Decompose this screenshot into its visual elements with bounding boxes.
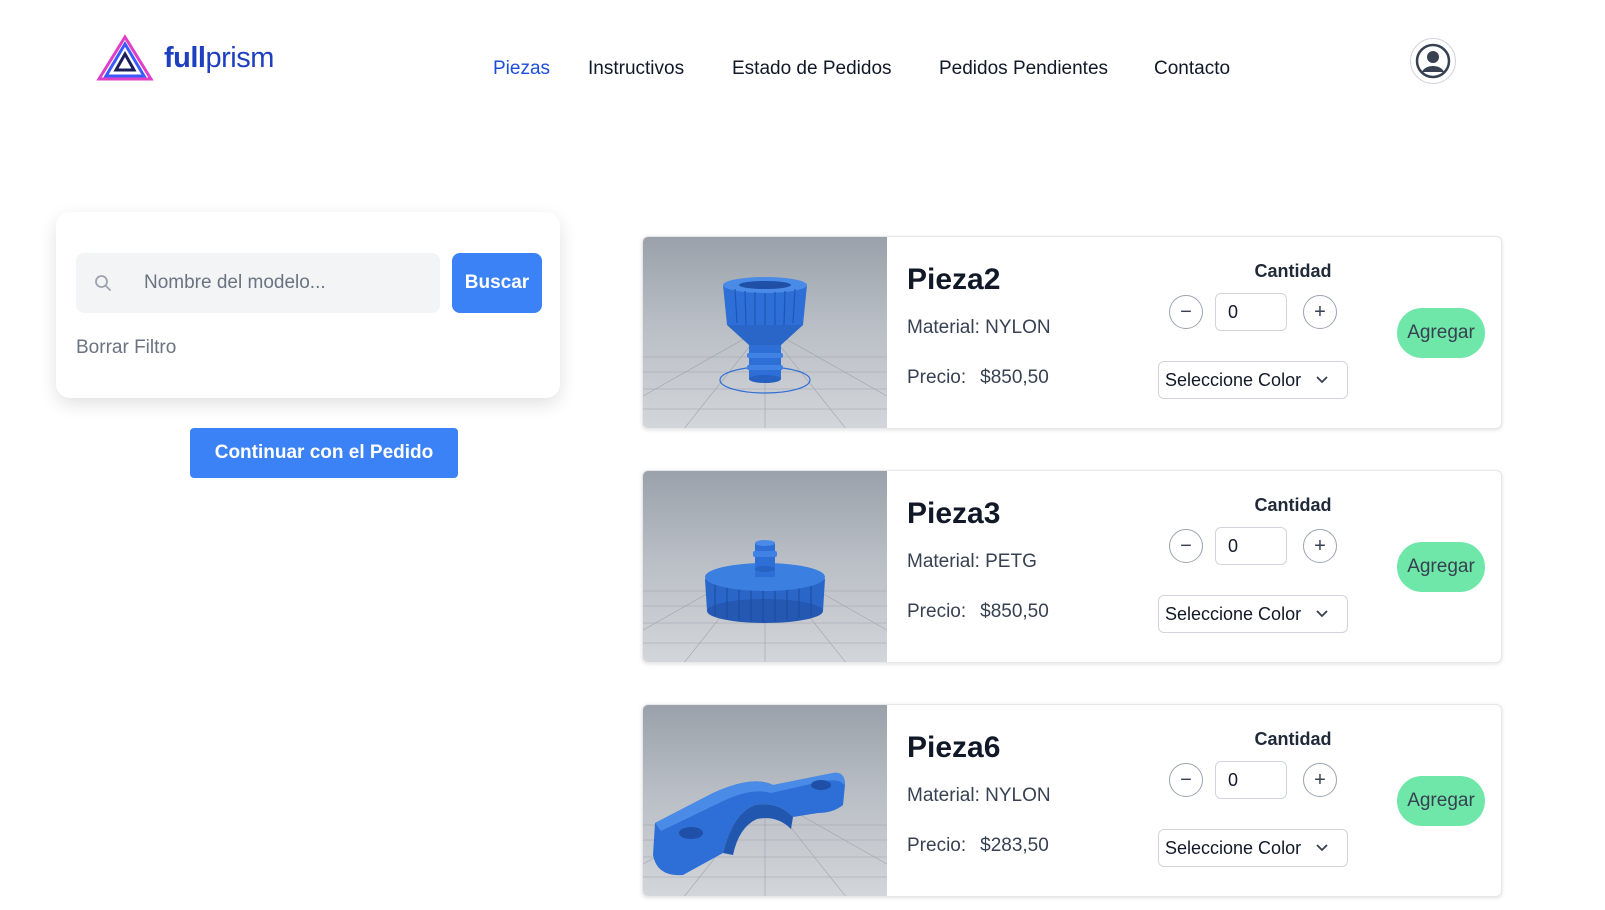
product-image — [643, 237, 887, 428]
increase-quantity-button[interactable]: + — [1303, 295, 1337, 329]
brand-logo[interactable]: fullprism — [96, 34, 274, 82]
increase-quantity-button[interactable]: + — [1303, 763, 1337, 797]
color-select-value: Seleccione Color — [1165, 603, 1302, 624]
quantity-input[interactable] — [1215, 293, 1287, 331]
color-select-value: Seleccione Color — [1165, 369, 1302, 390]
product-name: Pieza6 — [907, 731, 1001, 764]
decrease-quantity-button[interactable]: − — [1169, 763, 1203, 797]
user-circle-icon — [1415, 43, 1451, 79]
nav-item-pedidos-pendientes[interactable]: Pedidos Pendientes — [939, 58, 1108, 80]
product-image — [643, 705, 887, 896]
quantity-label: Cantidad — [1254, 729, 1332, 749]
product-name: Pieza2 — [907, 263, 1001, 296]
filter-panel: Buscar Borrar Filtro — [56, 212, 560, 398]
minus-icon: − — [1180, 769, 1192, 791]
prism-triangle-icon — [96, 34, 154, 81]
quantity-label: Cantidad — [1254, 495, 1332, 515]
quantity-input[interactable] — [1215, 761, 1287, 799]
color-select[interactable]: Seleccione Color — [1158, 829, 1348, 867]
product-material: Material: NYLON — [907, 317, 1051, 338]
quantity-input[interactable] — [1215, 527, 1287, 565]
top-header: fullprism Piezas Instructivos Estado de … — [0, 0, 1605, 130]
product-name: Pieza3 — [907, 497, 1001, 530]
add-to-order-button[interactable]: Agregar — [1397, 308, 1485, 358]
minus-icon: − — [1180, 301, 1192, 323]
color-select[interactable]: Seleccione Color — [1158, 361, 1348, 399]
increase-quantity-button[interactable]: + — [1303, 529, 1337, 563]
product-image — [643, 471, 887, 662]
nav-item-piezas[interactable]: Piezas — [493, 58, 550, 80]
brand-name: fullprism — [164, 41, 274, 74]
add-to-order-button[interactable]: Agregar — [1397, 542, 1485, 592]
clear-filter-link[interactable]: Borrar Filtro — [76, 337, 176, 359]
product-price: Precio: $850,50 — [907, 601, 1049, 622]
plus-icon: + — [1314, 535, 1326, 557]
product-price: Precio: $283,50 — [907, 835, 1049, 856]
add-to-order-button[interactable]: Agregar — [1397, 776, 1485, 826]
nav-item-contacto[interactable]: Contacto — [1154, 58, 1230, 80]
chevron-down-icon — [1316, 610, 1328, 618]
product-card: Pieza2 Material: NYLON Precio: $850,50 Ca… — [642, 236, 1502, 429]
color-select[interactable]: Seleccione Color — [1158, 595, 1348, 633]
nav-item-estado-de-pedidos[interactable]: Estado de Pedidos — [732, 58, 892, 80]
minus-icon: − — [1180, 535, 1192, 557]
chevron-down-icon — [1316, 376, 1328, 384]
product-material: Material: PETG — [907, 551, 1037, 572]
decrease-quantity-button[interactable]: − — [1169, 529, 1203, 563]
user-menu-button[interactable] — [1410, 38, 1456, 84]
product-material: Material: NYLON — [907, 785, 1051, 806]
quantity-label: Cantidad — [1254, 261, 1332, 281]
search-icon — [95, 275, 111, 291]
plus-icon: + — [1314, 301, 1326, 323]
search-field — [76, 253, 440, 313]
product-price: Precio: $850,50 — [907, 367, 1049, 388]
plus-icon: + — [1314, 769, 1326, 791]
color-select-value: Seleccione Color — [1165, 837, 1302, 858]
nav-item-instructivos[interactable]: Instructivos — [588, 58, 684, 80]
continue-order-button[interactable]: Continuar con el Pedido — [190, 428, 458, 478]
decrease-quantity-button[interactable]: − — [1169, 295, 1203, 329]
product-card: Pieza6 Material: NYLON Precio: $283,50 Ca… — [642, 704, 1502, 897]
chevron-down-icon — [1316, 844, 1328, 852]
search-button[interactable]: Buscar — [452, 253, 542, 313]
product-card: Pieza3 Material: PETG Precio: $850,50 Can… — [642, 470, 1502, 663]
search-input[interactable] — [144, 253, 434, 313]
